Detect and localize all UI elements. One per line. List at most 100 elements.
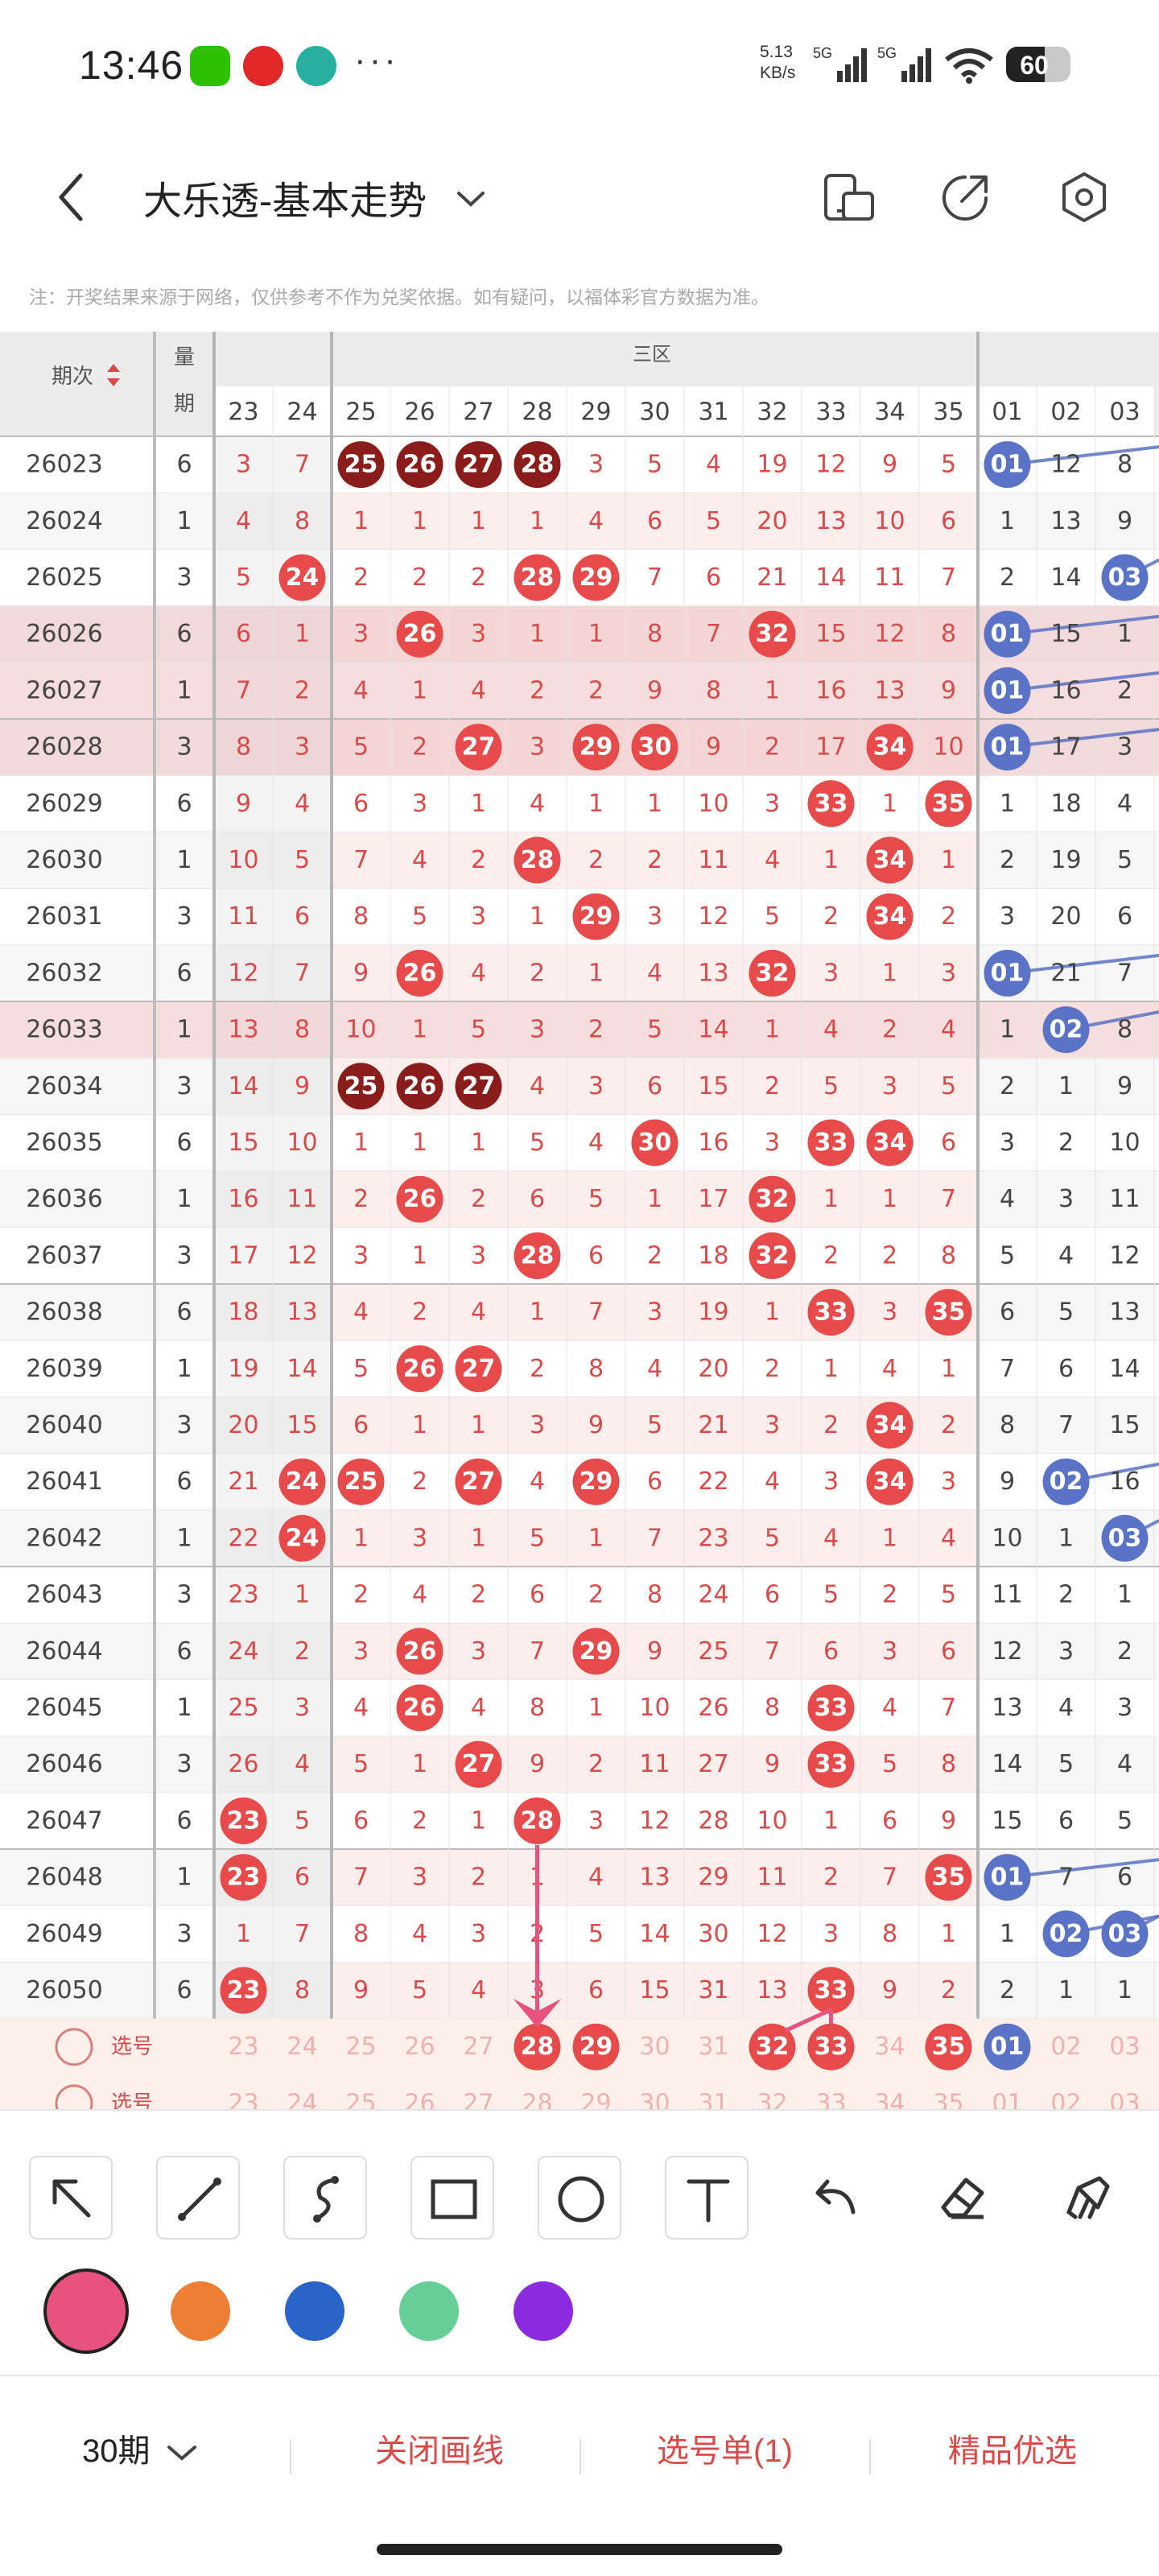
omission-cell: 1 [471, 1411, 486, 1439]
column-header: 28 [522, 398, 552, 427]
clock: 13:46 [79, 43, 184, 88]
arrow-tool-icon[interactable] [29, 2156, 113, 2240]
line-tool-icon[interactable] [156, 2156, 240, 2240]
omission-cell: 8 [647, 620, 662, 648]
omission-cell: 3 [882, 1298, 897, 1327]
color-swatch-pink[interactable] [43, 2268, 129, 2354]
omission-cell: 2 [295, 1637, 310, 1666]
column-header: 31 [698, 398, 728, 427]
precise-pick-button[interactable]: 精品优选 [948, 2425, 1077, 2471]
omission-cell: 1 [765, 676, 780, 704]
red-ball-number: 33 [815, 1750, 848, 1778]
omission-cell: 13 [698, 959, 728, 987]
highlight-band [0, 1001, 1159, 1059]
omission-cell: 4 [353, 676, 369, 704]
omission-cell: 1 [823, 1185, 839, 1213]
omission-cell: 1 [1000, 507, 1015, 535]
omission-cell: 26 [228, 1750, 258, 1778]
period-cell: 26028 [26, 733, 102, 762]
eraser-icon[interactable] [919, 2156, 1003, 2240]
omission-cell: 3 [1117, 1694, 1132, 1722]
omission-cell: 3 [530, 733, 545, 762]
omission-cell: 7 [706, 620, 721, 648]
period-count-selector[interactable]: 30期 [82, 2425, 200, 2471]
settings-icon[interactable] [1056, 169, 1112, 225]
color-swatch-green[interactable] [399, 2281, 459, 2341]
quantity-cell: 1 [176, 1694, 192, 1722]
clear-icon[interactable] [1046, 2156, 1130, 2240]
undo-icon[interactable] [792, 2156, 876, 2240]
omission-cell: 28 [698, 1806, 728, 1835]
trend-chart-table[interactable]: 期次量期三区 23 24 25 26 27 28 29 30 31 32 33 34 35 01 02 03 26… [0, 332, 1159, 2109]
period-cell: 26038 [26, 1298, 102, 1327]
omission-cell: 11 [228, 902, 258, 931]
omission-cell: 1 [882, 959, 897, 987]
omission-cell: 5 [295, 1806, 310, 1835]
page-title[interactable]: 大乐透-基本走势 [143, 169, 427, 225]
omission-cell: 12 [815, 451, 846, 479]
back-icon[interactable] [48, 169, 97, 225]
omission-cell: 6 [823, 1637, 839, 1666]
omission-cell: 4 [882, 1355, 897, 1383]
omission-cell: 6 [588, 1241, 604, 1269]
period-cell: 26032 [26, 959, 102, 987]
omission-cell: 4 [823, 1524, 839, 1552]
omission-cell: 2 [823, 1411, 839, 1439]
omission-cell: 2 [471, 1864, 486, 1892]
omission-cell: 4 [295, 1750, 310, 1778]
omission-cell: 23 [698, 1524, 728, 1552]
omission-cell: 11 [698, 846, 728, 874]
omission-cell: 3 [353, 1241, 369, 1269]
pick-cell: 25 [345, 2089, 376, 2109]
circle-tool-icon[interactable] [538, 2156, 621, 2240]
omission-cell: 9 [647, 676, 662, 704]
color-swatch-purple[interactable] [514, 2281, 573, 2341]
omission-cell: 2 [1058, 1581, 1074, 1609]
text-tool-icon[interactable] [665, 2156, 749, 2240]
red-ball-number: 34 [873, 1129, 907, 1157]
color-swatch-blue[interactable] [285, 2281, 344, 2341]
omission-cell: 4 [941, 1016, 956, 1044]
omission-cell: 2 [471, 846, 486, 874]
red-ball-number: 35 [932, 1298, 966, 1327]
omission-cell: 2 [823, 902, 839, 931]
trend-grid[interactable]: 期次量期三区23 24 25 26 27 28 29 30 31 32 33 34 35 01 02 0326… [0, 332, 1159, 2109]
red-ball-number: 26 [403, 1185, 437, 1213]
chevron-down-icon[interactable] [451, 179, 491, 219]
curve-tool-icon[interactable] [283, 2156, 367, 2240]
omission-cell: 12 [228, 959, 258, 987]
blue-ball-number: 03 [1108, 564, 1142, 592]
screen-split-icon[interactable] [821, 169, 877, 225]
omission-cell: 5 [588, 1185, 604, 1213]
selection-list-button[interactable]: 选号单(1) [657, 2425, 793, 2471]
omission-cell: 2 [588, 1581, 604, 1609]
omission-cell: 5 [412, 1976, 427, 2004]
omission-cell: 5 [353, 1355, 369, 1383]
red-ball-number: 29 [580, 1468, 613, 1496]
color-swatch-orange[interactable] [171, 2281, 230, 2341]
quantity-cell: 6 [176, 1468, 192, 1496]
red-ball-number: 26 [403, 1355, 437, 1383]
omission-cell: 29 [698, 1864, 728, 1892]
omission-cell: 17 [1050, 733, 1081, 762]
status-bar: 13:46 ··· 5.13 KB/s 5G 5G 60 [0, 0, 1159, 137]
omission-cell: 2 [530, 1355, 545, 1383]
close-drawing-button[interactable]: 关闭画线 [375, 2425, 504, 2471]
omission-cell: 2 [588, 676, 604, 704]
share-icon[interactable] [938, 169, 994, 225]
rectangle-tool-icon[interactable] [410, 2156, 494, 2240]
omission-cell: 1 [353, 507, 369, 535]
omission-cell: 15 [228, 1129, 258, 1157]
omission-cell: 13 [1050, 507, 1081, 535]
omission-cell: 6 [941, 507, 956, 535]
omission-cell: 3 [941, 959, 956, 987]
omission-cell: 6 [647, 1468, 662, 1496]
omission-cell: 10 [698, 790, 728, 818]
pick-cell: 27 [463, 2089, 493, 2109]
pick-cell: 28 [522, 2089, 552, 2109]
omission-cell: 14 [639, 1920, 670, 1948]
network-speed-value: 5.13 [760, 43, 793, 61]
quantity-cell: 1 [176, 1016, 192, 1044]
omission-cell: 3 [588, 1072, 604, 1100]
omission-cell: 15 [698, 1072, 728, 1100]
